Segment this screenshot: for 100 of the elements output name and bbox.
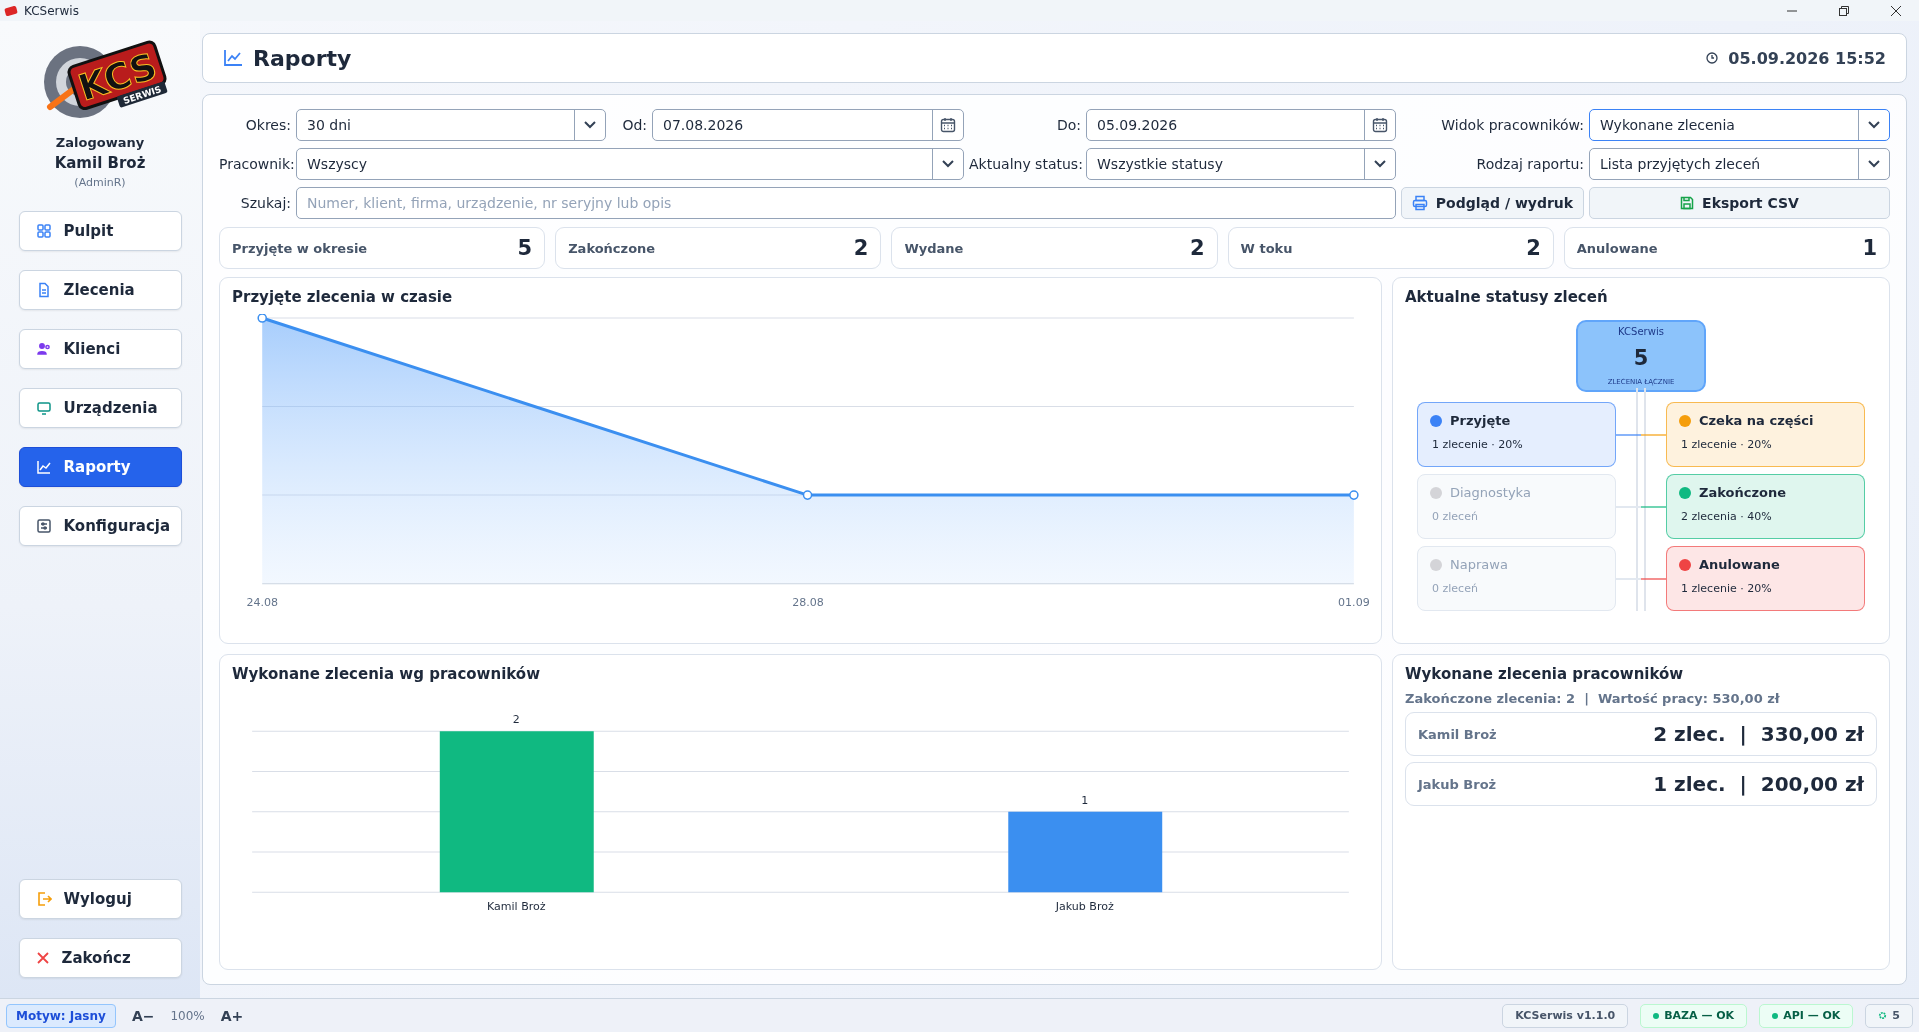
nav-item[interactable]: Konfiguracja [18,506,182,546]
employee-total: 1 zlec. | 200,00 zł [1653,772,1864,796]
stat-label: Anulowane [1576,240,1659,256]
date-value: 05.09.2026 [1096,117,1179,133]
status-count: 0 zleceń [1431,582,1479,595]
save-icon [1680,196,1695,210]
user-role: (AdminR) [74,176,126,189]
employee-total: 2 zlec. | 330,00 zł [1653,722,1864,746]
panel-title: Aktualne statusy zleceń [1405,288,1609,306]
search-field[interactable]: Numer, klient, firma, urządzenie, nr seryjny lub opis [296,187,1396,219]
dropdown[interactable]: Wszyscy [296,148,964,180]
status-count: 1 zlecenie · 20% [1680,582,1773,595]
chart-icon [223,49,243,67]
status-label: 5 [1892,1009,1900,1022]
stat-label: W toku [1240,240,1294,256]
date-time: 05.09.2026 15:52 [1728,48,1886,68]
theme-button[interactable]: Motyw: Jasny [6,1003,116,1028]
dropdown-value: Wszyscy [306,156,369,172]
field-label: Do: [1055,117,1081,133]
dropdown-value: Wszystkie statusy [1096,156,1224,172]
chevron-down-icon [1867,120,1881,130]
monitor-icon [35,400,52,416]
status-name: Czeka na części [1699,413,1814,428]
date-value: 07.08.2026 [662,117,745,133]
settings-icon [35,518,52,534]
nav-item[interactable]: Zlecenia [18,270,182,310]
dashboard-icon [35,223,52,239]
status-count: 1 zlecenie · 20% [1431,438,1524,451]
field-label: Od: [621,117,647,133]
print-button[interactable]: Podgląd / wydruk [1401,187,1584,219]
font-larger-button[interactable]: A+ [216,1007,248,1024]
nav-item[interactable]: Pulpit [18,211,182,251]
field-label: Widok pracowników: [1440,117,1584,133]
zoom-level: 100% [170,1008,205,1023]
status-label: API — OK [1783,1009,1841,1022]
app-icon [4,4,18,17]
status-name: Diagnostyka [1450,485,1531,500]
status-name: Przyjęte [1450,413,1511,428]
field-label: Aktualny status: [969,156,1081,172]
field-label: Pracownik: [219,156,291,172]
chevron-down-icon [941,159,955,169]
data-label: 1 [1081,793,1089,807]
summary-text: Zakończone zlecenia: 2 | Wartość pracy: 530,00 zł [1405,691,1781,706]
employee-name: Kamil Broż [1418,726,1498,742]
exit-button[interactable]: Zakończ [18,938,182,978]
nav-item[interactable]: Raporty [18,447,182,487]
logout-button[interactable]: Wyloguj [18,879,182,919]
stat-value: 1 [1862,236,1877,260]
window-title: KCSerwis [24,3,79,18]
axis-label: 28.08 [792,595,824,609]
chip-title: KCSerwis [1618,326,1664,337]
stat-value: 2 [853,236,869,260]
dropdown[interactable]: 30 dni [296,109,606,141]
clock-icon [1706,52,1719,64]
stat-label: Wydane [904,240,965,256]
status-name: Naprawa [1450,557,1508,572]
status-label: BAZA — OK [1664,1009,1735,1022]
dropdown[interactable]: Wykonane zlecenia [1589,109,1890,141]
dropdown-value: Lista przyjętych zleceń [1599,156,1762,172]
nav-item[interactable]: Klienci [18,329,182,369]
page-title: Raporty [253,45,353,71]
total-count: 5 [1633,345,1649,370]
chart-icon [35,459,52,475]
stat-label: Przyjęte w okresie [232,240,369,256]
panel-title: Wykonane zlecenia pracowników [1405,665,1685,683]
date-field[interactable]: 07.08.2026 [652,109,964,141]
users-icon [35,341,52,357]
date-field[interactable]: 05.09.2026 [1086,109,1396,141]
stat-value: 5 [517,236,533,260]
field-label: Rodzaj raportu: [1475,156,1584,172]
version-label: KCSerwis v1.1.0 [1502,1003,1629,1028]
axis-label: Kamil Broż [486,900,546,914]
axis-label: 24.08 [246,595,278,609]
field-label: Szukaj: [239,195,291,211]
nav-item[interactable]: Urządzenia [18,388,182,428]
close-icon [1891,5,1901,16]
status-count: 1 zlecenie · 20% [1680,438,1773,451]
user-name: Kamil Broż [54,154,146,172]
employee-name: Jakub Broż [1418,776,1498,792]
restore-icon [1839,5,1849,16]
status-count: 0 zleceń [1431,510,1479,523]
dropdown[interactable]: Lista przyjętych zleceń [1589,148,1890,180]
export-button[interactable]: Eksport CSV [1589,187,1890,219]
font-smaller-button[interactable]: A− [127,1007,159,1024]
field-label: Okres: [244,117,291,133]
status-count: 2 zlecenia · 40% [1680,510,1773,523]
user-caption: Zalogowany [55,135,145,150]
calendar-icon [1372,117,1388,133]
stat-value: 2 [1189,236,1205,260]
stat-label: Zakończone [568,240,657,256]
data-label: 2 [512,713,520,727]
panel-title: Przyjęte zlecenia w czasie [232,288,454,306]
status-name: Anulowane [1699,557,1780,572]
dropdown-value: Wykonane zlecenia [1599,117,1736,133]
chevron-down-icon [1867,159,1881,169]
dropdown[interactable]: Wszystkie statusy [1086,148,1396,180]
chevron-down-icon [583,120,597,130]
axis-label: 01.09 [1338,595,1369,609]
calendar-icon [940,117,956,133]
stat-value: 2 [1526,236,1541,260]
